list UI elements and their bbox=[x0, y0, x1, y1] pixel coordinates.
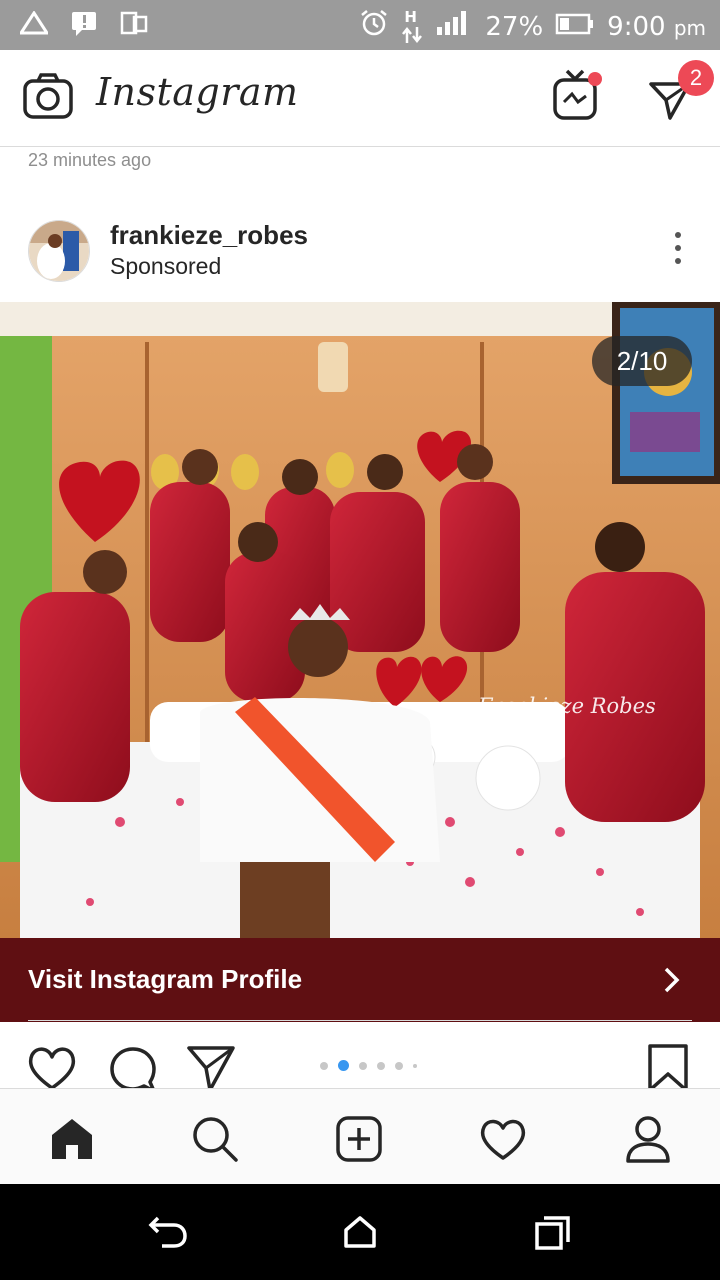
battery-icon bbox=[555, 12, 595, 42]
like-heart-icon[interactable] bbox=[26, 1044, 78, 1088]
clock: 9:00 pm bbox=[607, 11, 706, 42]
comment-icon[interactable] bbox=[108, 1044, 158, 1088]
sponsored-label: Sponsored bbox=[110, 253, 222, 279]
post-header: frankieze_robes Sponsored bbox=[0, 206, 720, 296]
battery-percent: 27% bbox=[485, 11, 544, 42]
image-watermark: Frankieze Robes bbox=[478, 694, 656, 718]
post-timestamp: 23 minutes ago bbox=[28, 150, 152, 170]
multiscreen-icon bbox=[120, 10, 148, 40]
alarm-icon bbox=[359, 8, 389, 45]
add-post-icon[interactable] bbox=[331, 1111, 387, 1167]
profile-icon[interactable] bbox=[620, 1111, 676, 1167]
divider bbox=[28, 1020, 692, 1021]
bookmark-icon[interactable] bbox=[646, 1044, 690, 1088]
home-button-icon[interactable] bbox=[342, 1214, 378, 1255]
app-header: Instagram 2 bbox=[0, 50, 720, 147]
home-icon[interactable] bbox=[44, 1111, 100, 1167]
signal-icon bbox=[435, 9, 473, 44]
avatar[interactable] bbox=[28, 220, 90, 282]
search-icon[interactable] bbox=[187, 1111, 243, 1167]
post-image[interactable]: 2/10 Frankieze Robes bbox=[0, 302, 720, 938]
visit-profile-label: Visit Instagram Profile bbox=[28, 964, 303, 994]
app-logo: Instagram bbox=[96, 70, 299, 114]
post-actions bbox=[0, 1030, 720, 1088]
system-nav-bar bbox=[0, 1184, 720, 1280]
visit-profile-button[interactable]: Visit Instagram Profile bbox=[0, 938, 720, 1022]
message-alert-icon bbox=[70, 10, 98, 40]
image-counter: 2/10 bbox=[592, 336, 692, 386]
igtv-new-indicator bbox=[588, 72, 602, 86]
carousel-indicator bbox=[320, 1060, 417, 1071]
bridal-party-photo bbox=[0, 302, 720, 938]
igtv-icon[interactable] bbox=[550, 68, 606, 124]
direct-badge: 2 bbox=[678, 60, 714, 96]
status-bar: H 27% 9:00 pm bbox=[0, 0, 720, 50]
direct-message-icon[interactable]: 2 bbox=[646, 60, 716, 132]
share-icon[interactable] bbox=[186, 1044, 236, 1088]
back-icon[interactable] bbox=[148, 1214, 188, 1255]
activity-heart-icon[interactable] bbox=[475, 1111, 531, 1167]
camera-icon[interactable] bbox=[22, 72, 74, 125]
more-options-icon[interactable] bbox=[672, 232, 684, 272]
data-arrows-icon: H bbox=[401, 7, 423, 44]
post-username[interactable]: frankieze_robes bbox=[110, 220, 308, 251]
bottom-nav bbox=[0, 1088, 720, 1185]
recent-apps-icon[interactable] bbox=[534, 1214, 572, 1257]
network-type-label: H bbox=[404, 7, 417, 26]
chevron-right-icon bbox=[662, 966, 682, 999]
alert-triangle-icon bbox=[18, 10, 50, 39]
